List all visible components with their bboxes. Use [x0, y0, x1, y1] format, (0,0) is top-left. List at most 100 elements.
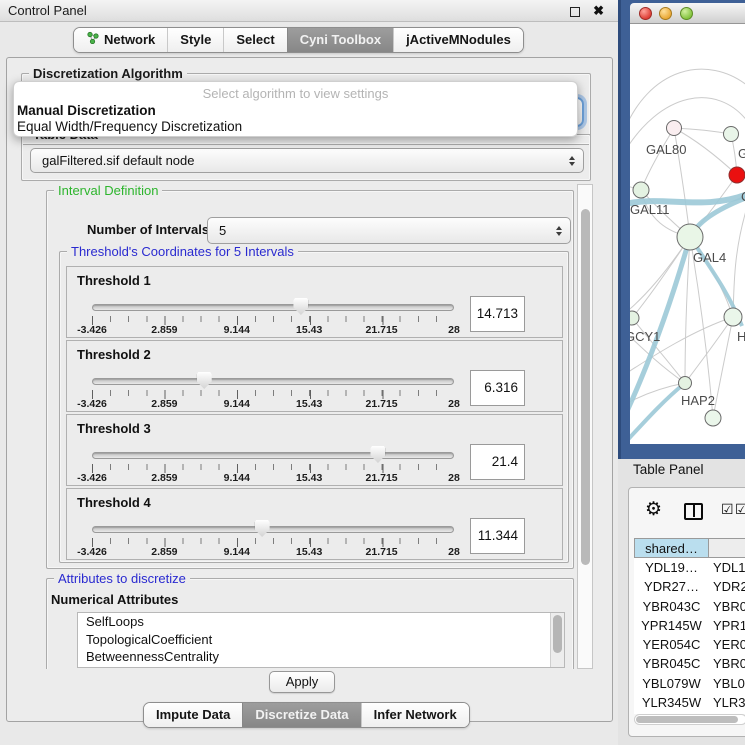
- checkbox-select-all-icon[interactable]: ☑: [735, 501, 745, 518]
- tab-cyni-toolbox[interactable]: Cyni Toolbox: [287, 28, 393, 52]
- table-toolbar: ⚙ ☑ ☑: [629, 488, 745, 534]
- tab-impute-data[interactable]: Impute Data: [144, 703, 242, 727]
- slider-thumb[interactable]: [370, 446, 385, 463]
- node-top-right: [724, 127, 739, 142]
- slider-track[interactable]: [92, 304, 454, 311]
- table-row[interactable]: YDL19…YDL1: [634, 558, 745, 577]
- table-cell[interactable]: YDR2: [709, 577, 745, 596]
- tab-jactivemnodules[interactable]: jActiveMNodules: [393, 28, 523, 52]
- threshold-value-field[interactable]: 11.344: [470, 518, 525, 554]
- control-panel-titlebar: Control Panel ✖: [0, 0, 620, 22]
- table-cell[interactable]: YLR345W: [634, 693, 709, 712]
- table-panel-title: Table Panel: [633, 462, 704, 477]
- interval-definition-group: Interval Definition Number of Intervals …: [46, 190, 574, 569]
- settings-scrollbar[interactable]: [577, 184, 593, 669]
- checkbox-select-icon[interactable]: ☑: [721, 501, 734, 518]
- threshold-1-panel: Threshold 1 -3.4262.8599.14415.4321.7152…: [66, 266, 563, 338]
- dropdown-option-manual-discretization[interactable]: Manual Discretization: [17, 103, 574, 118]
- numerical-attributes-label: Numerical Attributes: [51, 592, 178, 607]
- tick-label: 2.859: [151, 472, 177, 484]
- table-cell[interactable]: YLR3: [709, 693, 745, 712]
- table-cell[interactable]: YBR045C: [634, 654, 709, 673]
- column-header-name[interactable]: na: [709, 539, 745, 557]
- table-cell[interactable]: YPR145W: [634, 616, 709, 635]
- tick-label: 15.43: [296, 472, 322, 484]
- close-traffic-light-icon[interactable]: [639, 7, 652, 20]
- slider-track[interactable]: [92, 378, 454, 385]
- group-label: Attributes to discretize: [54, 571, 190, 586]
- group-label: Threshold's Coordinates for 5 Intervals: [67, 244, 298, 259]
- table-row[interactable]: YDR27…YDR2: [634, 577, 745, 596]
- tick-label: -3.426: [77, 472, 107, 484]
- table-cell[interactable]: YDL19…: [634, 558, 709, 577]
- table-cell[interactable]: YER0: [709, 635, 745, 654]
- slider-track[interactable]: [92, 452, 454, 459]
- float-window-icon[interactable]: [570, 7, 580, 17]
- tab-network[interactable]: Network: [74, 28, 167, 52]
- apply-button[interactable]: Apply: [269, 671, 335, 693]
- tick-label: 28: [448, 472, 460, 484]
- table-data-value: galFiltered.sif default node: [31, 153, 569, 168]
- attribute-list-item[interactable]: SelfLoops: [78, 613, 564, 631]
- attribute-list-item[interactable]: TopologicalCoefficient: [78, 631, 564, 649]
- node-label: GAL4: [693, 250, 726, 265]
- tick-label: 21.715: [366, 324, 398, 336]
- table-row[interactable]: YBR045CYBR0: [634, 654, 745, 673]
- dropdown-option-equal-width-frequency[interactable]: Equal Width/Frequency Discretization: [17, 119, 574, 134]
- tick-label: -3.426: [77, 398, 107, 410]
- tab-discretize-data[interactable]: Discretize Data: [242, 703, 360, 727]
- table-row[interactable]: YLR345WYLR3: [634, 693, 745, 712]
- gear-icon[interactable]: ⚙: [645, 498, 662, 522]
- node-label: C: [741, 189, 745, 204]
- close-icon[interactable]: ✖: [593, 3, 604, 19]
- number-of-intervals-value: 5: [208, 223, 556, 238]
- threshold-value-field[interactable]: 6.316: [470, 370, 525, 406]
- table-horizontal-scrollbar[interactable]: [634, 714, 745, 725]
- network-canvas[interactable]: GAL80 GA C GAL11 GAL4 GCY1 H HAP2: [630, 24, 745, 444]
- list-scrollbar[interactable]: [550, 613, 564, 667]
- top-tab-bar: Network Style Select Cyni Toolbox jActiv…: [73, 27, 524, 53]
- table-row[interactable]: YER054CYER0: [634, 635, 745, 654]
- tab-infer-network[interactable]: Infer Network: [361, 703, 469, 727]
- table-row[interactable]: YBL079WYBL0: [634, 674, 745, 693]
- tick-label: 28: [448, 546, 460, 558]
- tab-label: Discretize Data: [255, 703, 348, 727]
- table-cell[interactable]: YBL0: [709, 674, 745, 693]
- columns-icon[interactable]: [684, 503, 703, 520]
- number-of-intervals-select[interactable]: 5: [207, 217, 571, 244]
- slider-tick-labels: -3.4262.8599.14415.4321.71528: [92, 398, 454, 411]
- minimize-traffic-light-icon[interactable]: [659, 7, 672, 20]
- table-cell[interactable]: YBL079W: [634, 674, 709, 693]
- tab-style[interactable]: Style: [167, 28, 223, 52]
- slider-track[interactable]: [92, 526, 454, 533]
- table-cell[interactable]: YDR27…: [634, 577, 709, 596]
- slider-thumb[interactable]: [293, 298, 308, 315]
- table-data-select[interactable]: galFiltered.sif default node: [30, 148, 584, 173]
- tab-select[interactable]: Select: [223, 28, 286, 52]
- table-row[interactable]: YBR043CYBR0: [634, 597, 745, 616]
- table-cell[interactable]: YBR043C: [634, 597, 709, 616]
- table-cell[interactable]: YER054C: [634, 635, 709, 654]
- network-window-titlebar: [630, 3, 745, 24]
- slider-thumb[interactable]: [255, 520, 270, 537]
- tick-label: 28: [448, 398, 460, 410]
- node-h: [724, 308, 742, 326]
- scrollbar-thumb[interactable]: [636, 716, 738, 723]
- column-header-shared-name[interactable]: shared…: [634, 539, 709, 557]
- table-row[interactable]: YPR145WYPR1: [634, 616, 745, 635]
- table-cell[interactable]: YBR0: [709, 654, 745, 673]
- scrollbar-thumb[interactable]: [581, 209, 590, 565]
- group-label: Interval Definition: [54, 184, 162, 198]
- table-cell[interactable]: YPR1: [709, 616, 745, 635]
- control-panel-window: Control Panel ✖ Network Style Select: [0, 0, 620, 745]
- slider-thumb[interactable]: [197, 372, 212, 389]
- tick-label: 9.144: [224, 398, 250, 410]
- tick-label: 9.144: [224, 324, 250, 336]
- node-table: shared… na YDL19…YDL1YDR27…YDR2YBR043CYB…: [634, 538, 745, 714]
- threshold-value-field[interactable]: 14.713: [470, 296, 525, 332]
- zoom-traffic-light-icon[interactable]: [680, 7, 693, 20]
- threshold-value-field[interactable]: 21.4: [470, 444, 525, 480]
- attribute-list-item[interactable]: BetweennessCentrality: [78, 648, 564, 666]
- table-cell[interactable]: YBR0: [709, 597, 745, 616]
- table-cell[interactable]: YDL1: [709, 558, 745, 577]
